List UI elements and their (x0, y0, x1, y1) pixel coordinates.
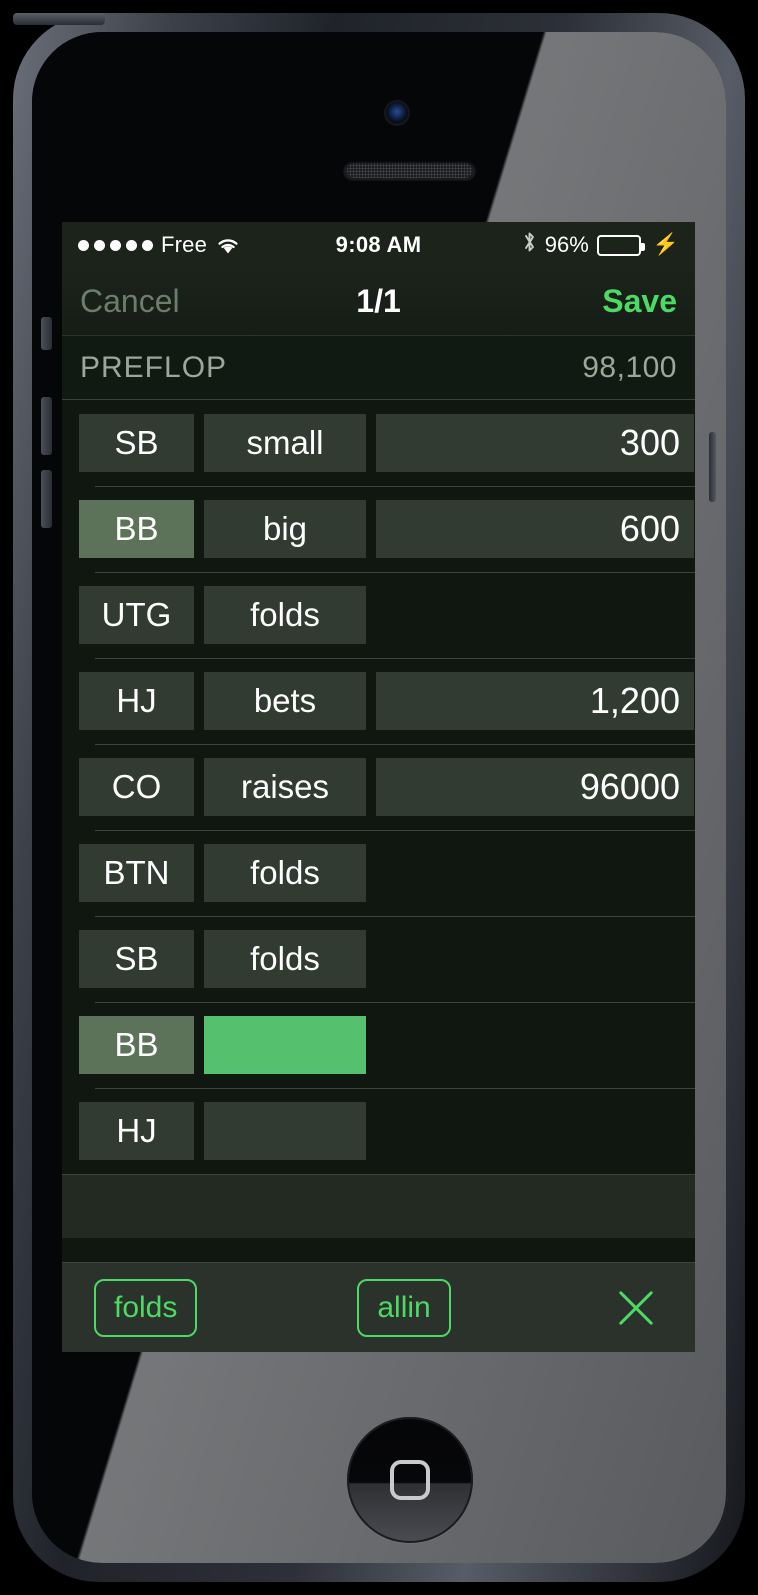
row-separator (95, 486, 695, 487)
table-row[interactable]: HJ (62, 1088, 695, 1174)
position-cell[interactable]: SB (79, 414, 194, 472)
status-bar-time: 9:08 AM (335, 232, 422, 257)
table-row[interactable]: SB folds (62, 916, 695, 1002)
cancel-button[interactable]: Cancel (80, 283, 356, 320)
mute-switch[interactable] (41, 317, 52, 350)
signal-strength-icon (78, 239, 153, 251)
pot-total: 98,100 (582, 350, 677, 384)
wifi-icon (215, 235, 241, 255)
row-separator (95, 1088, 695, 1089)
bluetooth-icon (522, 230, 537, 260)
volume-down-button[interactable] (41, 470, 52, 528)
action-cell[interactable]: folds (204, 586, 366, 644)
action-cell[interactable]: folds (204, 930, 366, 988)
quick-folds-button[interactable]: folds (94, 1278, 198, 1337)
table-row[interactable]: CO raises 96000 (62, 744, 695, 830)
position-cell[interactable]: BB (79, 1016, 194, 1074)
street-name: PREFLOP (80, 350, 228, 384)
row-separator (95, 1002, 695, 1003)
position-cell[interactable]: UTG (79, 586, 194, 644)
table-row[interactable]: UTG folds (62, 572, 695, 658)
row-separator (95, 744, 695, 745)
quick-allin-button[interactable]: allin (357, 1278, 451, 1337)
street-header: PREFLOP 98,100 (62, 336, 695, 400)
table-row[interactable]: BB big 600 (62, 486, 695, 572)
action-cell[interactable] (204, 1102, 366, 1160)
sim-tray (709, 432, 716, 502)
lightning-bolt-icon: ⚡ (652, 233, 679, 256)
table-empty-row (62, 1174, 695, 1238)
position-cell[interactable]: SB (79, 930, 194, 988)
action-cell[interactable] (204, 1016, 366, 1074)
status-bar: Free 9:08 AM 96% ⚡ (62, 222, 695, 268)
table-row[interactable]: BTN folds (62, 830, 695, 916)
power-button[interactable] (13, 13, 105, 25)
amount-cell[interactable]: 300 (376, 414, 694, 472)
page-indicator: 1/1 (356, 283, 401, 319)
action-table: SB small 300 BB big 600 UTG folds HJ bets 1,200 CO r… (62, 400, 695, 1174)
status-bar-left: Free (78, 232, 336, 258)
position-cell[interactable]: CO (79, 758, 194, 816)
table-row[interactable]: SB small 300 (62, 400, 695, 486)
position-cell[interactable]: BTN (79, 844, 194, 902)
amount-cell[interactable]: 96000 (376, 758, 694, 816)
action-cell[interactable]: big (204, 500, 366, 558)
battery-icon (596, 234, 645, 256)
table-row[interactable]: BB (62, 1002, 695, 1088)
row-separator (95, 830, 695, 831)
app-screen: Free 9:08 AM 96% ⚡ Cancel 1/1 Save PREFL… (62, 222, 695, 1352)
row-separator (95, 916, 695, 917)
status-bar-right: 96% ⚡ (421, 230, 679, 260)
row-separator (95, 658, 695, 659)
action-cell[interactable]: bets (204, 672, 366, 730)
position-cell[interactable]: HJ (79, 1102, 194, 1160)
row-separator (95, 572, 695, 573)
volume-up-button[interactable] (41, 397, 52, 455)
quick-action-toolbar: folds allin (62, 1262, 695, 1352)
amount-cell[interactable]: 600 (376, 500, 694, 558)
save-button[interactable]: Save (401, 283, 677, 320)
earpiece-speaker (343, 161, 476, 180)
home-button[interactable] (347, 1417, 473, 1543)
table-row[interactable]: HJ bets 1,200 (62, 658, 695, 744)
action-cell[interactable]: folds (204, 844, 366, 902)
nav-bar: Cancel 1/1 Save (62, 268, 695, 336)
amount-cell[interactable]: 1,200 (376, 672, 694, 730)
battery-percent-label: 96% (544, 232, 589, 257)
action-cell[interactable]: raises (204, 758, 366, 816)
action-cell[interactable]: small (204, 414, 366, 472)
position-cell[interactable]: HJ (79, 672, 194, 730)
front-camera (386, 102, 408, 124)
close-x-icon[interactable] (613, 1285, 659, 1331)
position-cell[interactable]: BB (79, 500, 194, 558)
carrier-label: Free (161, 232, 208, 257)
home-square-icon (390, 1460, 430, 1500)
